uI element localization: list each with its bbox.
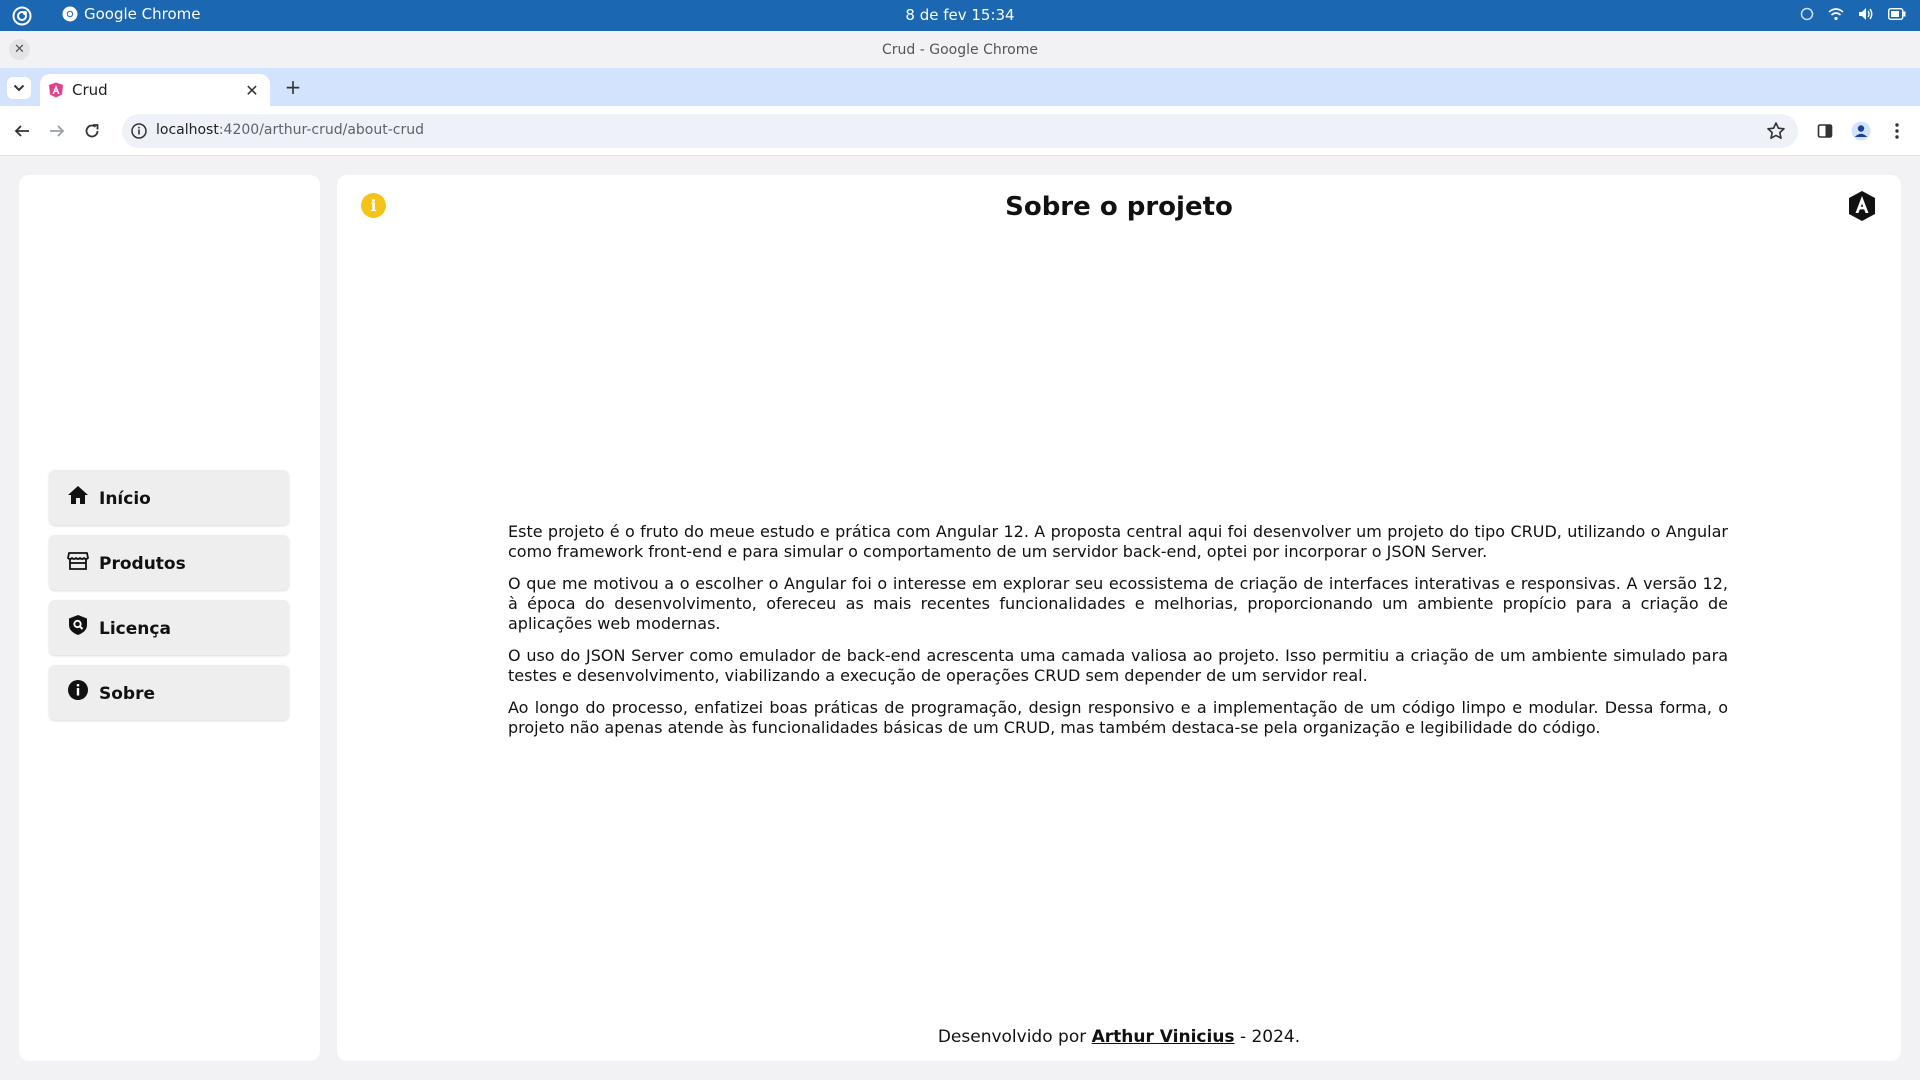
tab-title: Crud: [72, 81, 108, 99]
side-panel-icon: [1817, 124, 1833, 138]
reload-icon: [85, 124, 99, 138]
footer-suffix: - 2024.: [1234, 1027, 1301, 1047]
profile-button[interactable]: [1849, 119, 1873, 143]
home-icon: [68, 486, 88, 504]
url-text[interactable]: localhost:4200/arthur-crud/about-crud: [156, 122, 424, 138]
side-panel-button[interactable]: [1813, 119, 1837, 143]
about-paragraph: O uso do JSON Server como emulador de ba…: [508, 646, 1728, 685]
system-top-bar: Google Chrome 8 de fev 15:34: [0, 0, 1920, 31]
wifi-icon: [1828, 8, 1844, 21]
main-content: i Sobre o projeto Este projeto é o fruto…: [337, 175, 1901, 1061]
clock[interactable]: 8 de fev 15:34: [0, 6, 1920, 24]
chevron-down-icon: [13, 84, 25, 92]
new-tab-button[interactable]: +: [282, 75, 304, 99]
footer-prefix: Desenvolvido por: [937, 1027, 1092, 1047]
volume-icon: [1859, 8, 1873, 20]
about-paragraph: Este projeto é o fruto do meue estudo e …: [508, 522, 1728, 561]
about-text: Este projeto é o fruto do meue estudo e …: [508, 522, 1728, 750]
author-link[interactable]: Arthur Vinicius: [1092, 1027, 1235, 1047]
arrow-left-icon: [14, 125, 29, 137]
store-icon: [67, 552, 89, 570]
more-vertical-icon: [1895, 123, 1899, 139]
angular-favicon-icon: [49, 82, 63, 98]
url-path: :4200/arthur-crud/about-crud: [218, 122, 424, 138]
bookmark-star-icon[interactable]: [1766, 121, 1786, 141]
window-title: Crud - Google Chrome: [882, 42, 1038, 58]
sidebar-item-label: Sobre: [99, 684, 156, 704]
back-button[interactable]: [10, 119, 34, 143]
forward-button[interactable]: [45, 119, 69, 143]
system-tray[interactable]: [1800, 7, 1906, 21]
window-title-bar: ✕ Crud - Google Chrome: [0, 31, 1920, 68]
sidebar-item-produtos[interactable]: Produtos: [49, 535, 289, 590]
page-viewport: Início Produtos Licença Sobre i Sobre o …: [0, 157, 1920, 1080]
close-icon: ✕: [245, 80, 259, 100]
sidebar-item-label: Licença: [99, 619, 171, 639]
chrome-menu-button[interactable]: [1885, 119, 1909, 143]
address-bar[interactable]: localhost:4200/arthur-crud/about-crud: [122, 114, 1798, 148]
status-circle-icon: [1800, 7, 1814, 21]
plus-icon: +: [284, 75, 302, 99]
about-paragraph: O que me motivou a o escolher o Angular …: [508, 574, 1728, 633]
tab-crud[interactable]: Crud ✕: [40, 74, 270, 106]
sidebar-item-label: Produtos: [99, 554, 186, 574]
page-title: Sobre o projeto: [1005, 192, 1233, 222]
site-info-icon[interactable]: [130, 122, 148, 140]
sidebar-item-licenca[interactable]: Licença: [49, 600, 289, 655]
browser-toolbar: localhost:4200/arthur-crud/about-crud: [0, 106, 1920, 156]
tab-search-button[interactable]: [7, 77, 31, 99]
arrow-right-icon: [50, 125, 65, 137]
sidebar-item-sobre[interactable]: Sobre: [49, 665, 289, 720]
url-host: localhost: [156, 122, 219, 138]
sidebar-item-inicio[interactable]: Início: [49, 470, 289, 525]
battery-icon: [1888, 8, 1906, 20]
about-paragraph: Ao longo do processo, enfatizei boas prá…: [508, 698, 1728, 737]
sidebar: Início Produtos Licença Sobre: [19, 175, 320, 1061]
license-icon: [69, 615, 87, 635]
reload-button[interactable]: [80, 119, 104, 143]
tab-close-button[interactable]: ✕: [242, 80, 262, 100]
tab-strip: Crud ✕ +: [0, 68, 1920, 106]
avatar: [1851, 121, 1871, 141]
page-footer: Desenvolvido por Arthur Vinicius - 2024.: [337, 1027, 1901, 1047]
sidebar-item-label: Início: [99, 489, 151, 509]
angular-logo-icon: [1849, 191, 1875, 221]
info-icon: [68, 680, 88, 700]
